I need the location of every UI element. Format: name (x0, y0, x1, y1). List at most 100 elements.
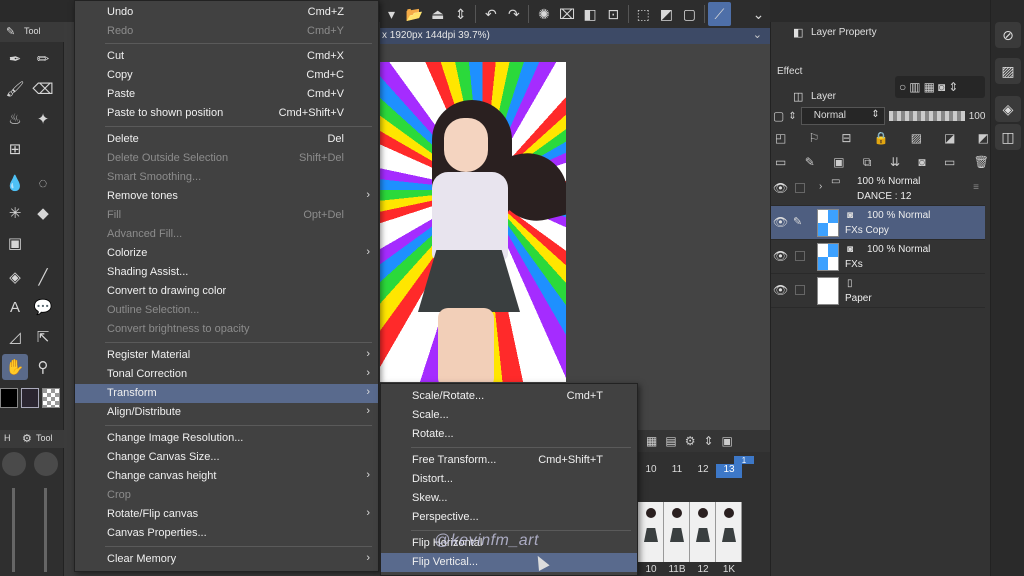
menu-item-shading-assist[interactable]: Shading Assist... (75, 263, 378, 282)
pen-tool-icon[interactable]: ✒ (2, 46, 28, 72)
cel-thumbnail[interactable] (638, 502, 664, 562)
frame-number-current[interactable]: 13 (716, 464, 742, 478)
menu-item-copy[interactable]: Copy Cmd+C (75, 66, 378, 85)
opacity-value[interactable]: 100 (969, 111, 986, 122)
gradient-tool-icon[interactable]: ▣ (2, 230, 28, 256)
brush-tool-icon[interactable]: 🖌 (2, 76, 28, 102)
layer-row-fxs-copy[interactable]: 👁 ✎ ◙ 100 % Normal FXs Copy (771, 206, 985, 240)
frame-number[interactable]: 12 (690, 464, 716, 478)
menu-item-remove-tones[interactable]: Remove tones › (75, 187, 378, 206)
arrows-updown-icon[interactable]: ⇕ (449, 2, 472, 26)
layer-side-icon[interactable]: ◫ (995, 124, 1021, 150)
open-folder-icon[interactable]: 📂 (403, 2, 426, 26)
frame-number[interactable]: 10 (638, 464, 664, 478)
timeline-grid-icon[interactable]: ▤ (665, 434, 676, 448)
frame-number[interactable]: 11 (664, 464, 690, 478)
pencil-tool-icon[interactable]: ✏ (30, 46, 56, 72)
timeline-current-marker[interactable]: 1 (734, 456, 754, 465)
new-folder-icon[interactable]: ▣ (833, 155, 844, 169)
navigator-icon[interactable]: ⊘ (995, 22, 1021, 48)
timeline-settings-icon[interactable]: ⚙ (685, 434, 696, 448)
new-vector-layer-icon[interactable]: ✎ (805, 155, 815, 169)
visibility-eye-icon[interactable]: 👁 (773, 283, 788, 297)
layer-shape-icon[interactable]: ▢ (773, 109, 784, 123)
clipping-icon[interactable]: ⊟ (841, 131, 851, 145)
deselect-icon[interactable]: ⬚ (632, 2, 655, 26)
invert-selection-icon[interactable]: ◩ (655, 2, 678, 26)
select-all-icon[interactable]: ▢ (678, 2, 701, 26)
menu-item-change-canvas-height[interactable]: Change canvas height › (75, 467, 378, 486)
density-slider[interactable] (44, 488, 47, 572)
new-raster-layer-icon[interactable]: ▭ (775, 155, 786, 169)
cel-thumbnail[interactable] (690, 502, 716, 562)
layer-lock-box[interactable] (795, 251, 805, 261)
opacity-slider[interactable] (888, 111, 965, 121)
transparent-color-swatch[interactable] (42, 388, 60, 408)
menu-item-undo[interactable]: Undo Cmd+Z (75, 3, 378, 22)
apply-mask-icon[interactable]: ▭ (944, 155, 955, 169)
submenu-item-skew[interactable]: Skew... (381, 489, 637, 508)
layer-panel-tab[interactable]: ◫ Layer (771, 88, 991, 106)
menu-item-tonal-correction[interactable]: Tonal Correction › (75, 365, 378, 384)
decoration-tool-icon[interactable]: ✦ (30, 106, 56, 132)
submenu-item-free-transform[interactable]: Free Transform... Cmd+Shift+T (381, 451, 637, 470)
blend-tool-icon[interactable]: 💧 (2, 170, 28, 196)
layer-row-paper[interactable]: 👁 ▯ Paper (771, 274, 985, 308)
cel-thumbnail[interactable] (664, 502, 690, 562)
submenu-item-distort[interactable]: Distort... (381, 470, 637, 489)
layer-shape-arrows-icon[interactable]: ⇕ (788, 111, 796, 122)
menu-item-transform[interactable]: Transform › (75, 384, 378, 403)
grid-tool-icon[interactable]: ⊞ (2, 136, 28, 162)
sub-view-icon[interactable]: ▨ (995, 58, 1021, 84)
text-tool-icon[interactable]: A (2, 294, 28, 320)
layer-property-tab[interactable]: ◧ Layer Property (771, 24, 991, 42)
menu-item-clear-memory[interactable]: Clear Memory › (75, 550, 378, 569)
menu-item-change-canvas-size[interactable]: Change Canvas Size... (75, 448, 378, 467)
cel-thumbnail[interactable] (716, 502, 742, 562)
submenu-item-perspective[interactable]: Perspective... (381, 508, 637, 527)
submenu-item-rotate[interactable]: Rotate... (381, 425, 637, 444)
lasso-tool-icon[interactable]: ◌ (30, 170, 56, 196)
menu-item-colorize[interactable]: Colorize › (75, 244, 378, 263)
sub-color-swatch[interactable] (21, 388, 39, 408)
menu-item-rotate-flip-canvas[interactable]: Rotate/Flip canvas › (75, 505, 378, 524)
visibility-eye-icon[interactable]: 👁 (773, 215, 788, 229)
undo-icon[interactable]: ↶ (479, 2, 502, 26)
menu-item-canvas-properties[interactable]: Canvas Properties... (75, 524, 378, 543)
eyedropper-tool-icon[interactable]: ⚲ (30, 354, 56, 380)
layer-lock-box[interactable] (795, 285, 805, 295)
loading-icon[interactable]: ✺ (532, 2, 555, 26)
layer-property-side-icon[interactable]: ◈ (995, 96, 1021, 122)
visibility-eye-icon[interactable]: 👁 (773, 181, 788, 195)
delete-layer-icon[interactable]: 🗑 (974, 155, 989, 169)
timeline-layout-icon[interactable]: ▣ (722, 434, 733, 448)
mask-layer-icon[interactable]: ◙ (918, 155, 925, 169)
main-color-swatch[interactable] (0, 388, 18, 408)
menu-item-convert-to-drawing-color[interactable]: Convert to drawing color (75, 282, 378, 301)
size-slider[interactable] (12, 488, 15, 572)
airbrush-tool-icon[interactable]: ♨ (2, 106, 28, 132)
layer-row-dance[interactable]: 👁 › ▭ 100 % Normal DANCE : 12 ≡ (771, 172, 985, 206)
canvas-tab[interactable]: x 1920px 144dpi 39.7%) ⌄ (380, 28, 770, 44)
submenu-item-scale[interactable]: Scale... (381, 406, 637, 425)
menu-item-align-distribute[interactable]: Align/Distribute › (75, 403, 378, 422)
line-tool-icon[interactable]: ╱ (30, 264, 56, 290)
lock-transparent-icon[interactable]: ▨ (911, 131, 922, 145)
menu-item-change-image-resolution[interactable]: Change Image Resolution... (75, 429, 378, 448)
canvas-tab-chevron-icon[interactable]: ⌄ (753, 28, 762, 41)
toolbar-chevron-down-icon[interactable]: ⌄ (747, 2, 770, 26)
export-icon[interactable]: ⏏ (426, 2, 449, 26)
layer-mask-icon[interactable]: ◪ (944, 131, 955, 145)
balloon-tool-icon[interactable]: 💬 (30, 294, 56, 320)
redo-icon[interactable]: ↷ (502, 2, 525, 26)
fill-selection-icon[interactable]: ◧ (579, 2, 602, 26)
draft-layer-icon[interactable]: ⚐ (808, 131, 819, 145)
figure-tool-icon[interactable]: ◈ (2, 264, 28, 290)
menu-item-paste-to-shown-position[interactable]: Paste to shown position Cmd+Shift+V (75, 104, 378, 123)
combine-down-icon[interactable]: ⇊ (890, 155, 900, 169)
folder-expand-chevron-icon[interactable]: › (819, 181, 822, 192)
layer-menu-icon[interactable]: ≡ (973, 182, 979, 193)
submenu-item-flip-vertical[interactable]: Flip Vertical... (381, 553, 637, 572)
menu-item-delete[interactable]: Delete Del (75, 130, 378, 149)
transform-selection-icon[interactable]: ⊡ (602, 2, 625, 26)
